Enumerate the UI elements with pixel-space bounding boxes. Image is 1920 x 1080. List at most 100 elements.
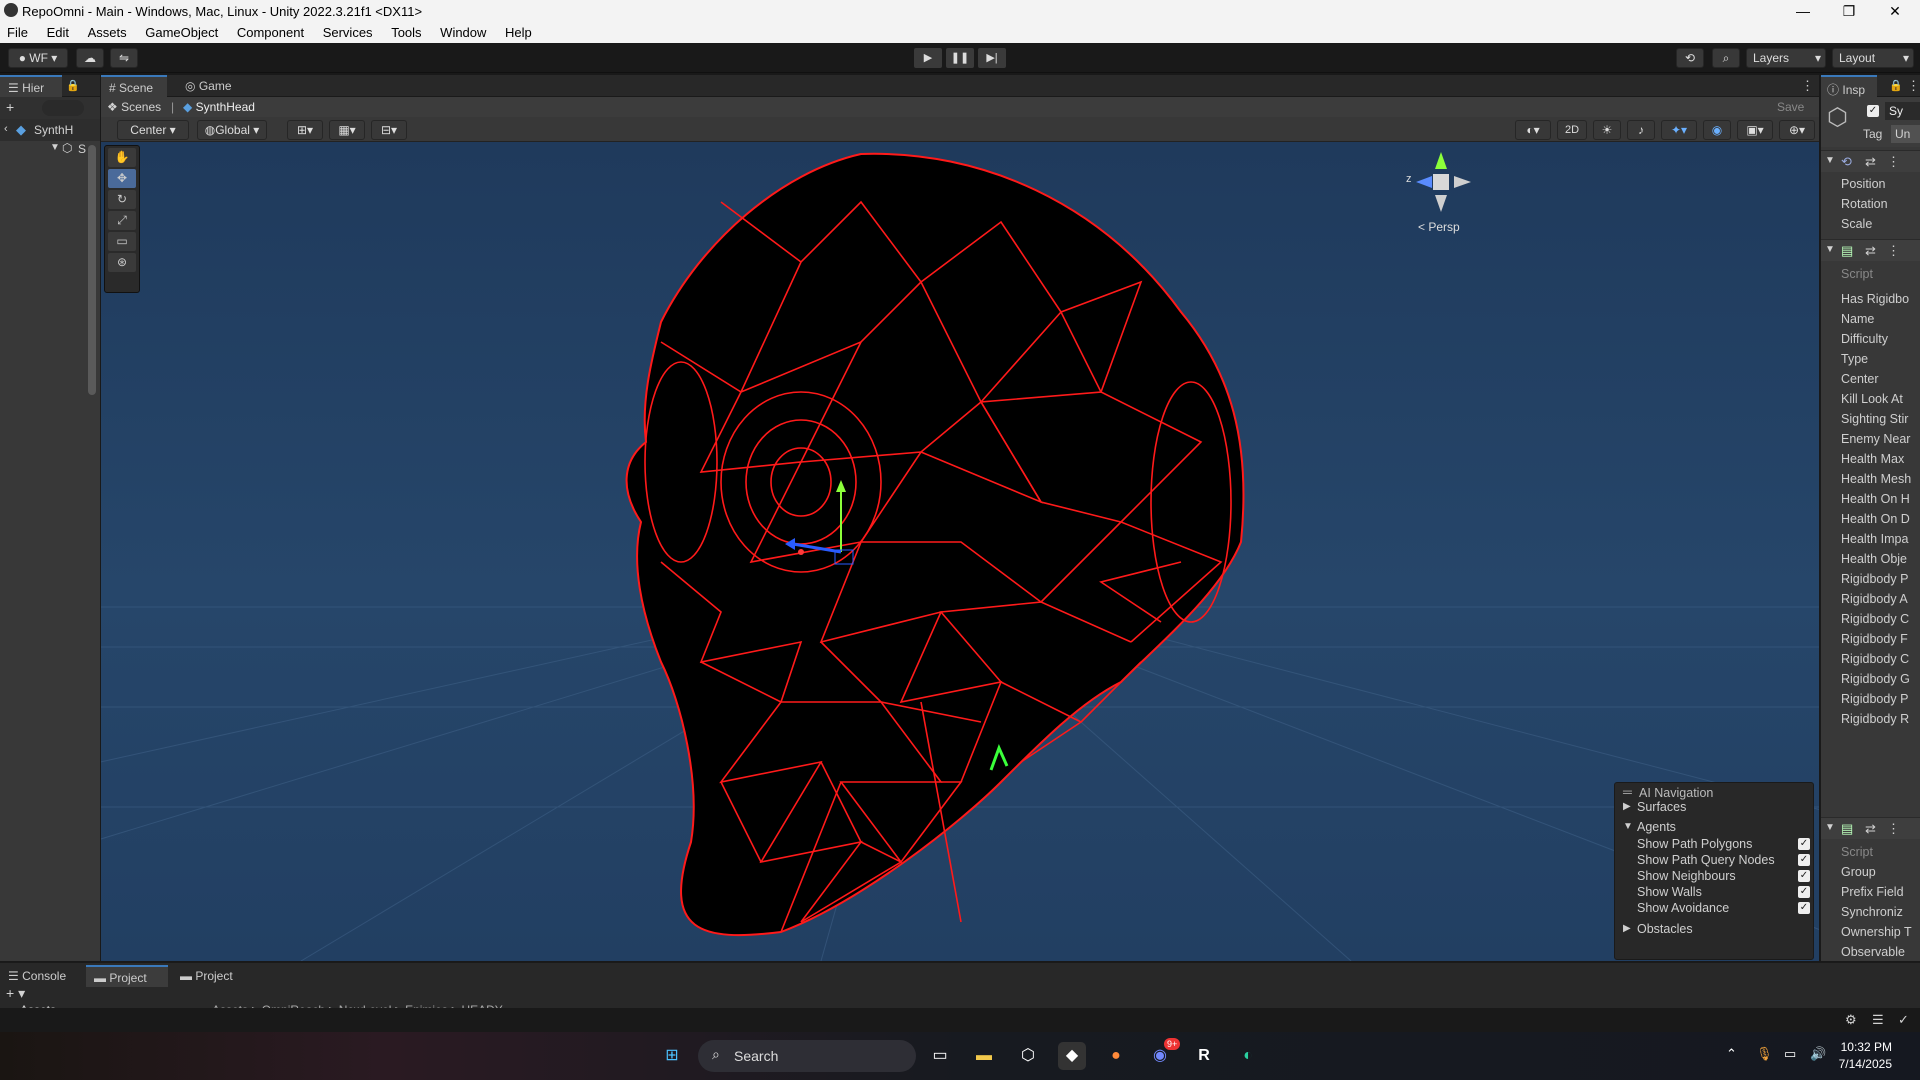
inspector-menu-icon[interactable]: ⋮ <box>1907 78 1920 94</box>
grid-icon[interactable]: ▦▾ <box>329 120 365 140</box>
tab-hierarchy[interactable]: ☰ Hier <box>0 75 62 97</box>
rider-icon[interactable]: R <box>1190 1042 1218 1070</box>
more-options-icon[interactable]: ⋮ <box>1801 78 1814 94</box>
menu-help[interactable]: Help <box>498 22 540 40</box>
close-button[interactable]: ✕ <box>1872 0 1918 22</box>
scale-tool-icon[interactable]: ⤢ <box>108 211 136 230</box>
minimize-button[interactable]: — <box>1780 0 1826 22</box>
file-explorer-icon[interactable]: ▬ <box>970 1042 998 1070</box>
layers-dropdown[interactable]: Layers ▾ <box>1746 48 1826 68</box>
audio-icon[interactable]: ♪ <box>1627 120 1655 140</box>
obstacles-foldout[interactable]: Obstacles <box>1637 922 1693 936</box>
agents-foldout[interactable]: Agents <box>1637 820 1676 834</box>
increment-snap-icon[interactable]: ⊟▾ <box>371 120 407 140</box>
add-icon[interactable]: + <box>6 99 14 115</box>
cloud-icon[interactable]: ☁ <box>76 48 104 68</box>
step-button[interactable]: ▶| <box>978 48 1006 68</box>
script-expand-icon[interactable]: ▼ <box>1825 244 1835 255</box>
task-view-icon[interactable]: ▭ <box>926 1042 954 1070</box>
object-name-field[interactable]: Sy <box>1885 102 1920 120</box>
hierarchy-search-input[interactable] <box>42 100 84 116</box>
scenes-breadcrumb[interactable]: ❖ Scenes <box>107 100 161 114</box>
show-avoidance-checkbox[interactable]: ✓ <box>1798 902 1810 914</box>
show-path-polygons-checkbox[interactable]: ✓ <box>1798 838 1810 850</box>
pause-button[interactable]: ❚❚ <box>946 48 974 68</box>
project-add-icon[interactable]: + ▾ <box>6 985 25 1002</box>
tab-project[interactable]: ▬ Project <box>86 965 168 987</box>
history-icon[interactable]: ⟲ <box>1676 48 1704 68</box>
space-dropdown[interactable]: ◍Global ▾ <box>197 120 267 140</box>
menu-edit[interactable]: Edit <box>40 22 77 40</box>
transform-tool-icon[interactable]: ⊛ <box>108 253 136 272</box>
transform-menu-icon[interactable]: ⋮ <box>1887 154 1900 170</box>
obstacles-expand-icon[interactable]: ▶ <box>1623 923 1631 934</box>
bug-icon[interactable]: ⚙ <box>1845 1012 1857 1028</box>
photon-expand-icon[interactable]: ▼ <box>1825 822 1835 833</box>
transform-expand-icon[interactable]: ▼ <box>1825 155 1835 166</box>
shading-mode-icon[interactable]: ◐▾ <box>1515 120 1551 140</box>
restore-button[interactable]: ❐ <box>1826 0 1872 22</box>
menu-tools[interactable]: Tools <box>384 22 429 40</box>
tab-scene[interactable]: # Scene <box>101 75 167 97</box>
camera-icon[interactable]: ▣▾ <box>1737 120 1773 140</box>
lighting-icon[interactable]: ☀ <box>1593 120 1621 140</box>
start-icon[interactable]: ⊞ <box>658 1042 686 1070</box>
menu-services[interactable]: Services <box>316 22 381 40</box>
status-check-icon[interactable]: ✓ <box>1898 1012 1909 1028</box>
layout-dropdown[interactable]: Layout ▾ <box>1832 48 1914 68</box>
show-walls-checkbox[interactable]: ✓ <box>1798 886 1810 898</box>
effects-icon[interactable]: ✦▾ <box>1661 120 1697 140</box>
grid-snap-icon[interactable]: ⊞▾ <box>287 120 323 140</box>
transform-component-header[interactable]: ▼ ⟲ ⇄ ⋮ <box>1821 150 1920 172</box>
prefab-root-row[interactable]: ‹ ◆ SynthH <box>0 119 100 141</box>
collab-icon[interactable]: ⇋ <box>110 48 138 68</box>
prefab-breadcrumb[interactable]: ◆ SynthHead <box>183 100 255 114</box>
show-path-query-nodes-checkbox[interactable]: ✓ <box>1798 854 1810 866</box>
visibility-icon[interactable]: ◉ <box>1703 120 1731 140</box>
tab-console[interactable]: ☰ Console <box>0 965 80 987</box>
rect-tool-icon[interactable]: ▭ <box>108 232 136 251</box>
photon-menu-icon[interactable]: ⋮ <box>1887 821 1900 837</box>
gizmos-icon[interactable]: ⊕▾ <box>1779 120 1815 140</box>
volume-icon[interactable]: 🔊 <box>1810 1046 1826 1062</box>
pivot-dropdown[interactable]: Center ▾ <box>117 120 189 140</box>
active-checkbox[interactable]: ✓ <box>1867 105 1879 117</box>
network-icon[interactable]: ▭ <box>1784 1046 1796 1062</box>
tray-chevron-icon[interactable]: ⌃ <box>1726 1046 1737 1062</box>
surfaces-foldout[interactable]: Surfaces <box>1637 800 1686 814</box>
hand-tool-icon[interactable]: ✋ <box>108 148 136 167</box>
microphone-icon[interactable]: 🎙 <box>1756 1046 1773 1062</box>
script-component-header[interactable]: ▼ ▤ ⇄ ⋮ <box>1821 239 1920 261</box>
menu-window[interactable]: Window <box>433 22 494 40</box>
edge-icon[interactable]: ◐ <box>1234 1042 1262 1070</box>
tab-inspector[interactable]: ⓘ Insp <box>1821 75 1877 97</box>
tab-game[interactable]: ◎ Game <box>177 75 247 97</box>
play-button[interactable]: ▶ <box>914 48 942 68</box>
menu-assets[interactable]: Assets <box>81 22 135 40</box>
toggle-2d-button[interactable]: 2D <box>1557 120 1587 140</box>
orientation-gizmo[interactable]: z < Persp <box>1406 147 1476 237</box>
agents-expand-icon[interactable]: ▼ <box>1623 821 1633 832</box>
wireframe-head-mesh[interactable] <box>625 152 1245 937</box>
firefox-icon[interactable]: ● <box>1102 1042 1130 1070</box>
clock-time[interactable]: 10:32 PM <box>1832 1040 1892 1054</box>
tab-project-2[interactable]: ▬ Project <box>172 965 254 987</box>
inspector-lock-icon[interactable]: 🔒 <box>1889 79 1903 92</box>
layers-status-icon[interactable]: ☰ <box>1872 1012 1884 1028</box>
unity-hub-icon[interactable]: ⬡ <box>1014 1042 1042 1070</box>
back-arrow-icon[interactable]: ‹ <box>4 123 8 135</box>
hierarchy-scrollbar[interactable] <box>88 145 96 395</box>
rotate-tool-icon[interactable]: ↻ <box>108 190 136 209</box>
overlay-drag-icon[interactable]: ═ <box>1623 785 1632 799</box>
script-menu-icon[interactable]: ⋮ <box>1887 243 1900 259</box>
tag-dropdown[interactable]: Un <box>1891 125 1920 143</box>
search-icon[interactable]: ⌕ <box>1712 48 1740 68</box>
perspective-toggle[interactable]: < Persp <box>1418 220 1460 234</box>
menu-file[interactable]: File <box>0 22 36 40</box>
taskbar-search[interactable]: ⌕ Search <box>698 1040 916 1072</box>
menu-component[interactable]: Component <box>230 22 312 40</box>
unity-editor-icon[interactable]: ◆ <box>1058 1042 1086 1070</box>
surfaces-expand-icon[interactable]: ▶ <box>1623 801 1631 812</box>
save-button[interactable]: Save <box>1777 100 1804 114</box>
photon-view-component-header[interactable]: ▼ ▤ ⇄ ⋮ <box>1821 817 1920 839</box>
